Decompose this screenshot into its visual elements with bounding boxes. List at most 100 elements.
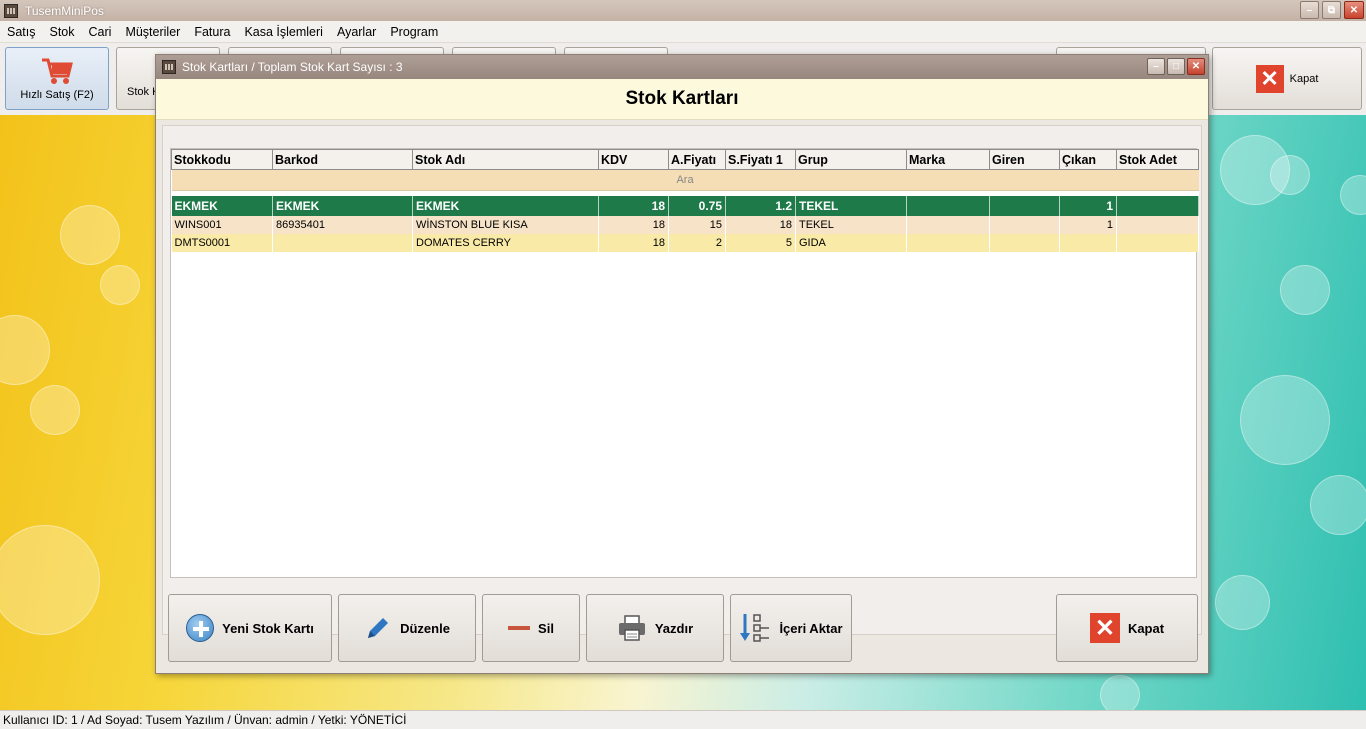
toolbar-close-button[interactable]: ✕ Kapat: [1212, 47, 1362, 110]
close-button[interactable]: ✕: [1344, 1, 1364, 19]
pencil-icon: [368, 618, 389, 638]
col-header-barkod[interactable]: Barkod: [272, 149, 413, 170]
col-header-stokkodu[interactable]: Stokkodu: [171, 149, 273, 170]
menu-item-satis[interactable]: Satış: [7, 25, 36, 39]
cell-stokkodu[interactable]: EKMEK: [171, 195, 273, 216]
col-header-cikan[interactable]: Çıkan: [1059, 149, 1117, 170]
menubar: Satış Stok Cari Müşteriler Fatura Kasa İ…: [0, 21, 1366, 43]
table-row[interactable]: WINS001 86935401 WİNSTON BLUE KISA 18 15…: [171, 215, 1199, 234]
dialog-maximize-button[interactable]: □: [1167, 58, 1185, 75]
cell-stok-adet[interactable]: [1116, 233, 1199, 252]
menu-item-cari[interactable]: Cari: [89, 25, 112, 39]
cell-grup[interactable]: GIDA: [795, 233, 907, 252]
stock-cards-dialog: Stok Kartları / Toplam Stok Kart Sayısı …: [155, 54, 1209, 674]
cell-marka[interactable]: [906, 215, 990, 234]
quick-sale-label: Hızlı Satış (F2): [20, 89, 94, 101]
menu-item-ayarlar[interactable]: Ayarlar: [337, 25, 376, 39]
quick-sale-button[interactable]: Hızlı Satış (F2): [5, 47, 109, 110]
search-row-cell[interactable]: Ara: [171, 169, 1199, 191]
app-icon: [4, 3, 18, 18]
dialog-header: Stok Kartları: [156, 79, 1208, 120]
dialog-titlebar: Stok Kartları / Toplam Stok Kart Sayısı …: [156, 55, 1208, 79]
close-x-icon: ✕: [1089, 613, 1120, 643]
menu-item-fatura[interactable]: Fatura: [194, 25, 230, 39]
cell-stok-adet[interactable]: [1116, 195, 1199, 216]
cell-stok-adi[interactable]: WİNSTON BLUE KISA: [412, 215, 599, 234]
shopping-cart-icon: [42, 58, 73, 84]
dialog-close-button[interactable]: ✕: [1187, 58, 1205, 75]
cell-barkod[interactable]: EKMEK: [272, 195, 413, 216]
cell-barkod[interactable]: [272, 233, 413, 252]
menu-item-program[interactable]: Program: [390, 25, 438, 39]
print-label: Yazdır: [654, 620, 694, 636]
cell-a-fiyati[interactable]: 2: [668, 233, 726, 252]
dialog-icon: [162, 60, 176, 74]
restore-button[interactable]: ⧉: [1322, 1, 1341, 19]
dialog-title: Stok Kartları / Toplam Stok Kart Sayısı …: [182, 60, 403, 74]
import-label: İçeri Aktar: [779, 620, 843, 636]
col-header-stok-adet[interactable]: Stok Adet: [1116, 149, 1199, 170]
col-header-s-fiyati[interactable]: S.Fiyatı 1: [725, 149, 796, 170]
cell-stokkodu[interactable]: DMTS0001: [171, 233, 273, 252]
cell-kdv[interactable]: 18: [598, 195, 669, 216]
menu-item-stok[interactable]: Stok: [50, 25, 75, 39]
new-stock-card-button[interactable]: Yeni Stok Kartı: [168, 594, 332, 662]
cell-marka[interactable]: [906, 195, 990, 216]
cell-cikan[interactable]: 1: [1059, 195, 1117, 216]
cell-grup[interactable]: TEKEL: [795, 195, 907, 216]
col-header-kdv[interactable]: KDV: [598, 149, 669, 170]
cell-s-fiyati[interactable]: 5: [725, 233, 796, 252]
cell-marka[interactable]: [906, 233, 990, 252]
app-titlebar: TusemMiniPos – ⧉ ✕: [0, 0, 1366, 21]
stock-grid: Stokkodu Barkod Stok Adı KDV A.Fiyatı S.…: [170, 148, 1199, 578]
edit-button[interactable]: Düzenle: [338, 594, 476, 662]
cell-kdv[interactable]: 18: [598, 233, 669, 252]
app-title: TusemMiniPos: [25, 3, 104, 18]
cell-s-fiyati[interactable]: 18: [725, 215, 796, 234]
cell-a-fiyati[interactable]: 0.75: [668, 195, 726, 216]
cell-stok-adi[interactable]: DOMATES CERRY: [412, 233, 599, 252]
cell-cikan[interactable]: 1: [1059, 215, 1117, 234]
cell-cikan[interactable]: [1059, 233, 1117, 252]
cell-stokkodu[interactable]: WINS001: [171, 215, 273, 234]
dialog-minimize-button[interactable]: –: [1147, 58, 1165, 75]
col-header-marka[interactable]: Marka: [906, 149, 990, 170]
stock-table: Stokkodu Barkod Stok Adı KDV A.Fiyatı S.…: [171, 149, 1199, 252]
cell-kdv[interactable]: 18: [598, 215, 669, 234]
delete-button[interactable]: Sil: [482, 594, 580, 662]
col-header-a-fiyati[interactable]: A.Fiyatı: [668, 149, 726, 170]
grid-frame: Stokkodu Barkod Stok Adı KDV A.Fiyatı S.…: [162, 125, 1202, 635]
cell-giren[interactable]: [989, 195, 1060, 216]
new-stock-card-label: Yeni Stok Kartı: [222, 620, 314, 636]
page-title: Stok Kartları: [625, 88, 739, 109]
cell-a-fiyati[interactable]: 15: [668, 215, 726, 234]
table-row[interactable]: DMTS0001 DOMATES CERRY 18 2 5 GIDA: [171, 233, 1199, 252]
import-arrow-icon: [740, 614, 770, 642]
print-button[interactable]: Yazdır: [586, 594, 724, 662]
status-bar: Kullanıcı ID: 1 / Ad Soyad: Tusem Yazılı…: [0, 710, 1366, 729]
cell-grup[interactable]: TEKEL: [795, 215, 907, 234]
minimize-button[interactable]: –: [1300, 1, 1319, 19]
plus-circle-icon: [186, 614, 215, 642]
cell-barkod[interactable]: 86935401: [272, 215, 413, 234]
delete-label: Sil: [538, 620, 554, 636]
cell-stok-adi[interactable]: EKMEK: [412, 195, 599, 216]
close-dialog-label: Kapat: [1127, 620, 1165, 636]
col-header-grup[interactable]: Grup: [795, 149, 907, 170]
col-header-stok-adi[interactable]: Stok Adı: [412, 149, 599, 170]
table-header-row: Stokkodu Barkod Stok Adı KDV A.Fiyatı S.…: [171, 149, 1199, 170]
import-button[interactable]: İçeri Aktar: [730, 594, 852, 662]
cell-s-fiyati[interactable]: 1.2: [725, 195, 796, 216]
cell-giren[interactable]: [989, 233, 1060, 252]
table-row[interactable]: EKMEK EKMEK EKMEK 18 0.75 1.2 TEKEL 1: [171, 195, 1199, 216]
col-header-giren[interactable]: Giren: [989, 149, 1060, 170]
dialog-window-controls: – □ ✕: [1147, 58, 1205, 75]
close-dialog-button[interactable]: ✕ Kapat: [1056, 594, 1198, 662]
cell-giren[interactable]: [989, 215, 1060, 234]
window-controls: – ⧉ ✕: [1300, 1, 1364, 19]
dialog-button-bar: Yeni Stok Kartı Düzenle Sil Yazdır İçeri…: [162, 585, 1202, 667]
menu-item-kasa-islemleri[interactable]: Kasa İşlemleri: [244, 25, 323, 39]
menu-item-musteriler[interactable]: Müşteriler: [125, 25, 180, 39]
search-row: Ara: [171, 169, 1199, 191]
cell-stok-adet[interactable]: [1116, 215, 1199, 234]
